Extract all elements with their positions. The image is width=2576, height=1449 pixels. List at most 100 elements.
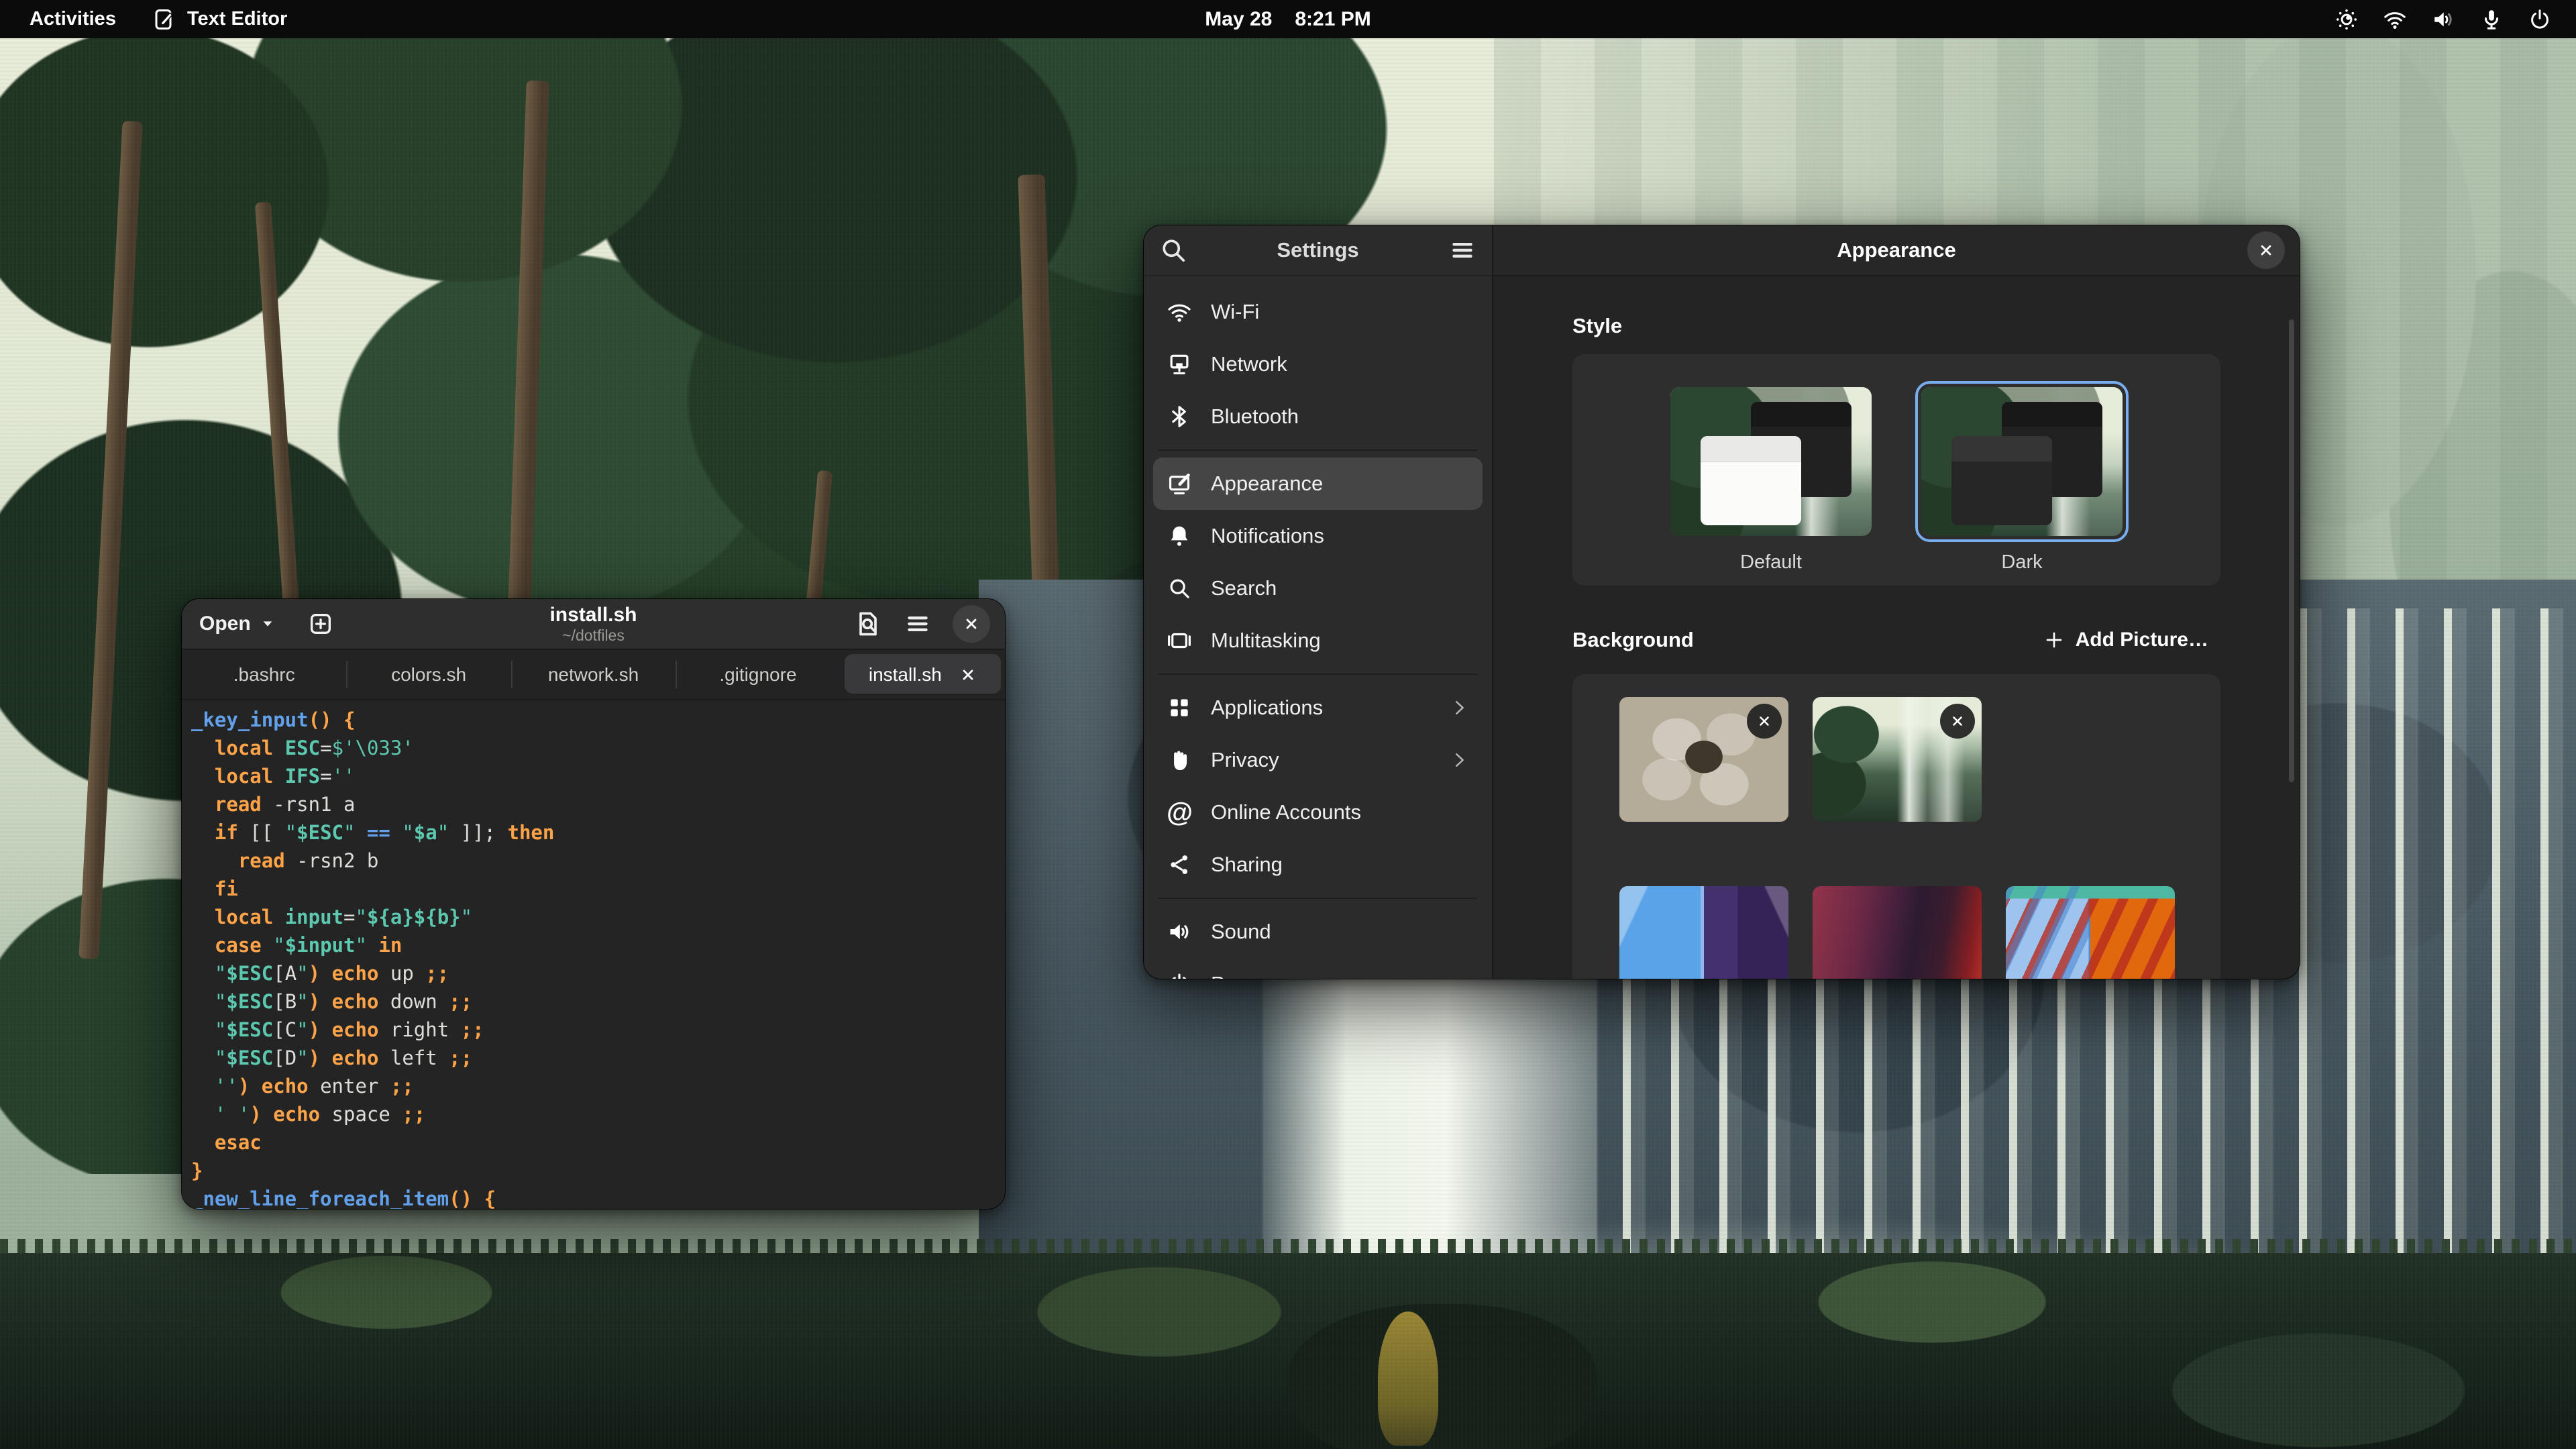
sidebar-item-privacy[interactable]: Privacy <box>1153 734 1483 786</box>
content-scrollbar[interactable] <box>2289 319 2294 782</box>
applications-icon <box>1167 695 1192 720</box>
settings-search-button[interactable] <box>1159 235 1188 265</box>
document-folder: ~/dotfiles <box>549 627 637 643</box>
text-editor-window: Open install.sh ~/dotfiles .bashrc colors… <box>182 599 1005 1209</box>
document-properties-button[interactable] <box>853 609 883 639</box>
background-thumbnail-pixel-forest-waterfall[interactable] <box>1813 697 1982 822</box>
settings-sidebar: Settings Wi-Fi Network Bluetooth Appearance… <box>1144 225 1493 979</box>
sidebar-item-online-accounts[interactable]: @Online Accounts <box>1153 786 1483 839</box>
sidebar-item-label: Applications <box>1211 696 1430 720</box>
sidebar-item-sharing[interactable]: Sharing <box>1153 839 1483 891</box>
add-picture-button[interactable]: Add Picture… <box>2031 622 2220 658</box>
style-dark-label: Dark <box>1915 551 2129 574</box>
tab-label: colors.sh <box>391 664 466 686</box>
code-line: "$ESC[A") echo up ;; <box>191 959 1005 987</box>
sidebar-item-label: Privacy <box>1211 748 1430 772</box>
remove-background-button[interactable] <box>1747 704 1782 739</box>
power-icon <box>2528 7 2552 32</box>
code-line: ' ') echo space ;; <box>191 1100 1005 1128</box>
code-line: read -rsn2 b <box>191 847 1005 875</box>
sidebar-item-notifications[interactable]: Notifications <box>1153 510 1483 562</box>
sidebar-item-multitasking[interactable]: Multitasking <box>1153 614 1483 667</box>
document-title: install.sh <box>549 604 637 626</box>
sound-icon <box>1167 919 1192 945</box>
activities-button[interactable]: Activities <box>23 5 123 33</box>
content-headerbar: Appearance <box>1493 225 2300 276</box>
sidebar-item-appearance[interactable]: Appearance <box>1153 458 1483 510</box>
text-editor-app-icon <box>152 7 176 32</box>
sidebar-item-label: Sharing <box>1211 853 1469 877</box>
style-default-thumbnail[interactable] <box>1670 387 1872 536</box>
settings-menu-button[interactable] <box>1448 235 1477 265</box>
clock-time: 8:21 PM <box>1295 8 1371 31</box>
background-thumbnail-blue-geometric-duotone[interactable] <box>1619 886 1788 979</box>
new-tab-button[interactable] <box>302 605 339 643</box>
editor-close-button[interactable] <box>953 605 990 643</box>
sidebar-list: Wi-Fi Network Bluetooth Appearance Notificat… <box>1144 276 1492 979</box>
code-editor-area[interactable]: _key_input() { local ESC=$'\033' local I… <box>182 700 1005 1209</box>
sidebar-item-label: Network <box>1211 352 1469 376</box>
style-option-default[interactable]: Default <box>1664 381 1878 586</box>
sharing-icon <box>1167 852 1192 877</box>
hamburger-icon <box>1448 235 1477 265</box>
tab-label: .bashrc <box>233 664 295 686</box>
code-line: read -rsn1 a <box>191 790 1005 818</box>
sidebar-item-bluetooth[interactable]: Bluetooth <box>1153 390 1483 443</box>
code-line: esac <box>191 1128 1005 1157</box>
appearance-panel: Style Default <box>1493 276 2300 979</box>
wifi-icon <box>2383 7 2407 32</box>
tab-install.sh[interactable]: install.sh <box>841 650 1005 699</box>
clock-button[interactable]: May 28 8:21 PM <box>1205 0 1371 38</box>
network-icon <box>1167 352 1192 377</box>
settings-title: Settings <box>1188 238 1448 262</box>
sidebar-item-label: Notifications <box>1211 524 1469 548</box>
background-thumbnail-maroon-waves-duotone[interactable] <box>1813 886 1982 979</box>
open-document-button[interactable]: Open <box>199 612 275 635</box>
settings-content: Appearance Style Default <box>1493 225 2300 979</box>
background-thumbnail-drip-blue-orange-duotone[interactable] <box>2006 886 2175 979</box>
brightness-icon <box>2334 7 2359 32</box>
sidebar-item-search[interactable]: Search <box>1153 562 1483 614</box>
style-dark-thumbnail[interactable] <box>1921 387 2123 536</box>
bluetooth-icon <box>1167 404 1192 429</box>
remove-background-button[interactable] <box>1940 704 1975 739</box>
sidebar-item-label: Search <box>1211 576 1469 600</box>
focused-app-menu[interactable]: Text Editor <box>152 7 287 32</box>
multitasking-icon <box>1167 628 1192 653</box>
sidebar-item-wi-fi[interactable]: Wi-Fi <box>1153 286 1483 338</box>
code-line: "$ESC[C") echo right ;; <box>191 1016 1005 1044</box>
tab-network.sh[interactable]: network.sh <box>511 650 676 699</box>
style-heading: Style <box>1572 314 2220 338</box>
style-card: Default Dark <box>1572 354 2220 586</box>
style-option-dark[interactable]: Dark <box>1915 381 2129 586</box>
sidebar-item-network[interactable]: Network <box>1153 338 1483 390</box>
style-default-label: Default <box>1664 551 1878 574</box>
notifications-icon <box>1167 523 1192 549</box>
online-accounts-icon: @ <box>1167 800 1192 825</box>
appearance-icon <box>1167 471 1192 496</box>
code-line: local input="${a}${b}" <box>191 903 1005 931</box>
tab-.gitignore[interactable]: .gitignore <box>676 650 840 699</box>
text-editor-headerbar: Open install.sh ~/dotfiles <box>182 599 1005 650</box>
sidebar-item-sound[interactable]: Sound <box>1153 906 1483 958</box>
code-line: _key_input() { <box>191 706 1005 734</box>
system-status-area[interactable] <box>2334 0 2576 38</box>
tab-colors.sh[interactable]: colors.sh <box>346 650 511 699</box>
sidebar-item-label: Appearance <box>1211 472 1469 496</box>
background-thumbnail-adwaita-abstract[interactable] <box>1619 697 1788 822</box>
tab-close-icon[interactable] <box>959 666 977 684</box>
code-line: "$ESC[D") echo left ;; <box>191 1044 1005 1072</box>
sidebar-item-label: Wi-Fi <box>1211 300 1469 324</box>
clock-date: May 28 <box>1205 8 1272 31</box>
code-line: case "$input" in <box>191 931 1005 959</box>
main-menu-button[interactable] <box>903 609 932 639</box>
sidebar-item-power[interactable]: Power <box>1153 958 1483 979</box>
code-line: local ESC=$'\033' <box>191 734 1005 762</box>
sidebar-headerbar: Settings <box>1144 225 1492 276</box>
tab-.bashrc[interactable]: .bashrc <box>182 650 346 699</box>
sidebar-item-applications[interactable]: Applications <box>1153 682 1483 734</box>
search-icon <box>1159 235 1188 265</box>
chevron-right-icon <box>1449 750 1469 770</box>
settings-close-button[interactable] <box>2247 231 2285 269</box>
tab-label: .gitignore <box>719 664 796 686</box>
